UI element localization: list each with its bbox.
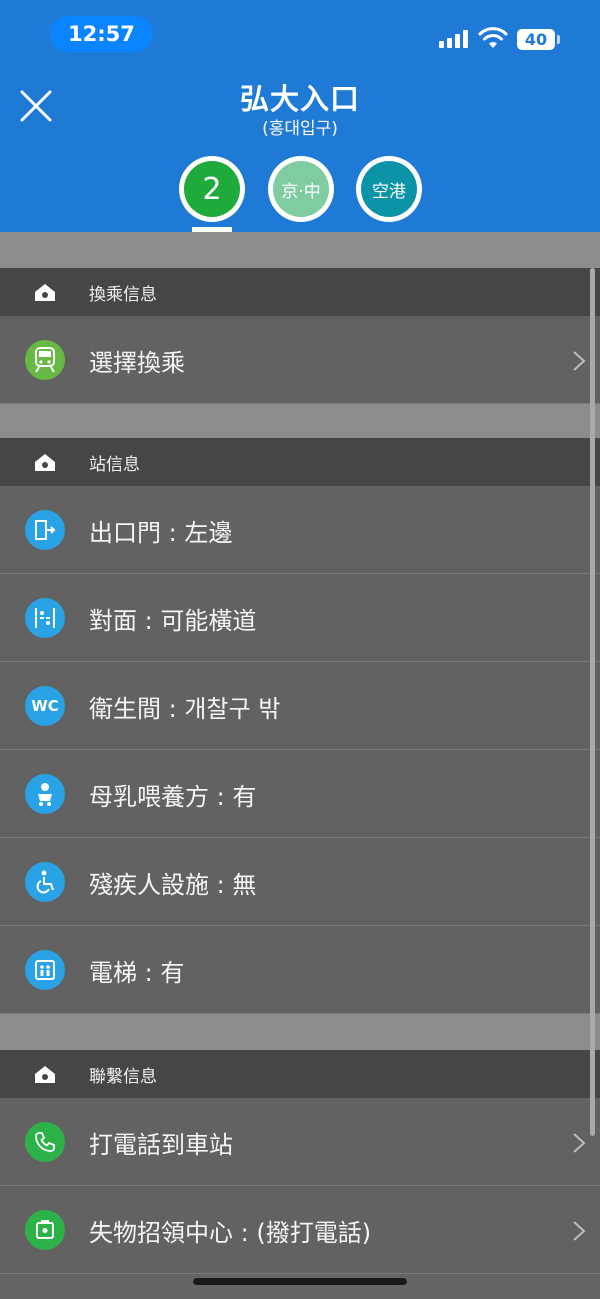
- restroom-row: WC 衛生間 : 개찰구 밖: [0, 662, 600, 750]
- row-label: 電梯 : 有: [89, 959, 185, 987]
- exit-door-row: 出口門 : 左邊: [0, 486, 600, 574]
- train-icon: [25, 340, 65, 380]
- home-indicator[interactable]: [193, 1278, 407, 1285]
- wifi-icon: [478, 27, 508, 48]
- line-badge-airport[interactable]: 空港: [356, 156, 422, 222]
- chevron-right-icon: [573, 1221, 586, 1241]
- section-header-transfer: 換乘信息: [0, 268, 600, 316]
- battery-indicator: 40: [517, 29, 560, 50]
- opposite-side-row: 對面 : 可能橫道: [0, 574, 600, 662]
- station-title: 弘大入口: [239, 82, 360, 116]
- row-label: 選擇換乘: [89, 349, 185, 377]
- home-icon: [35, 284, 55, 301]
- station-subtitle: (홍대입구): [262, 119, 338, 139]
- row-label: 失物招領中心 : (撥打電話): [89, 1219, 372, 1247]
- section-spacer: [0, 232, 600, 268]
- line-badge-2-label: 2: [184, 161, 240, 217]
- row-label: 母乳喂養方 : 有: [89, 783, 257, 811]
- scrollbar[interactable]: [590, 268, 595, 1136]
- elevator-row: 電梯 : 有: [0, 926, 600, 1014]
- section-spacer: [0, 404, 600, 438]
- station-header: 12:57 40 弘大入口 (홍대입구) 2 京·中 空港: [0, 0, 600, 232]
- section-title: 聯繫信息: [89, 1066, 157, 1087]
- lost-and-found-row[interactable]: 失物招領中心 : (撥打電話): [0, 1186, 600, 1274]
- call-station-row[interactable]: 打電話到車站: [0, 1098, 600, 1186]
- exit-door-icon: [25, 510, 65, 550]
- status-bar: 12:57 40: [0, 0, 600, 64]
- row-label: 打電話到車站: [89, 1131, 233, 1159]
- line-badge-airport-label: 空港: [361, 161, 417, 217]
- line-badge-gyeongui-jungang[interactable]: 京·中: [268, 156, 334, 222]
- elevator-icon: [25, 950, 65, 990]
- row-label: 對面 : 可能橫道: [89, 607, 257, 635]
- chevron-right-icon: [573, 1133, 586, 1153]
- section-spacer: [0, 1014, 600, 1050]
- chevron-right-icon: [573, 351, 586, 371]
- row-label: 殘疾人設施 : 無: [89, 871, 257, 899]
- opposite-side-icon: [25, 598, 65, 638]
- section-title: 站信息: [89, 454, 140, 475]
- section-title: 換乘信息: [89, 284, 157, 305]
- wc-icon: WC: [25, 686, 65, 726]
- nursing-room-icon: [25, 774, 65, 814]
- accessibility-row: 殘疾人設施 : 無: [0, 838, 600, 926]
- line-badge-gyeongui-jungang-label: 京·中: [273, 161, 329, 217]
- section-header-contact: 聯繫信息: [0, 1050, 600, 1098]
- wc-icon-text: WC: [31, 697, 59, 715]
- row-label: 衛生間 : 개찰구 밖: [89, 695, 281, 723]
- home-icon: [35, 454, 55, 471]
- section-header-station: 站信息: [0, 438, 600, 486]
- lost-and-found-icon: [25, 1210, 65, 1250]
- row-label: 出口門 : 左邊: [89, 519, 233, 547]
- cellular-signal-icon: [439, 30, 468, 48]
- wheelchair-icon: [25, 862, 65, 902]
- nursing-room-row: 母乳喂養方 : 有: [0, 750, 600, 838]
- phone-icon: [25, 1122, 65, 1162]
- home-icon: [35, 1066, 55, 1083]
- status-time: 12:57: [50, 16, 153, 52]
- line-badge-2[interactable]: 2: [179, 156, 245, 222]
- select-transfer-row[interactable]: 選擇換乘: [0, 316, 600, 404]
